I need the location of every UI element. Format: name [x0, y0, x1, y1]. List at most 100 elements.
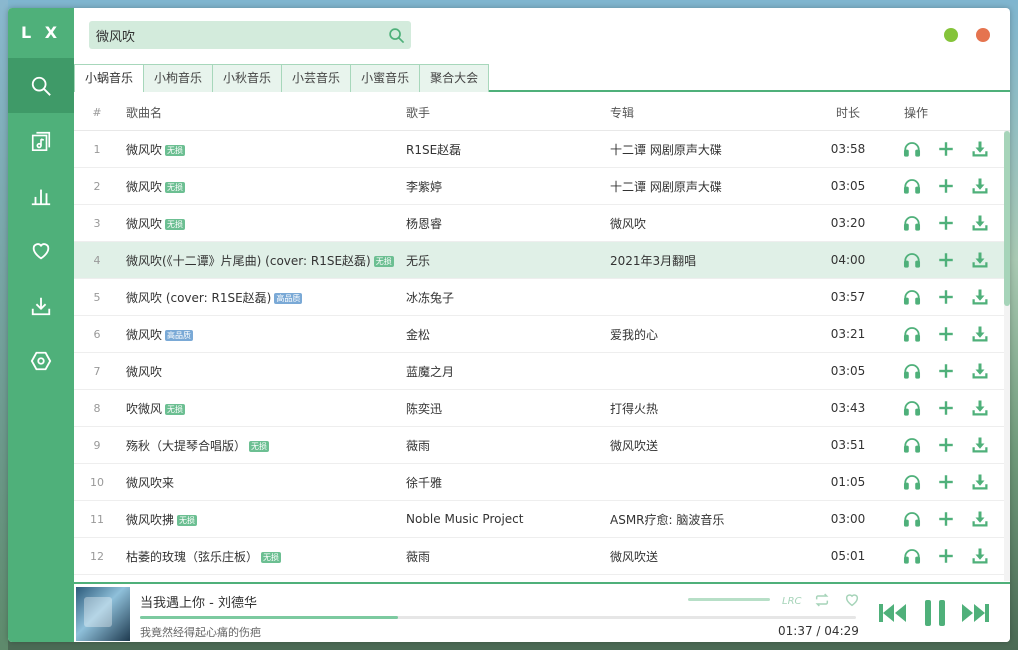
nav-favorites[interactable] [8, 223, 74, 278]
download-button[interactable] [970, 176, 990, 196]
song-duration: 03:00 [830, 512, 866, 526]
play-button[interactable] [902, 139, 922, 159]
play-button[interactable] [902, 324, 922, 344]
table-row[interactable]: 4 微风吹(《十二谭》片尾曲) (cover: R1SE赵磊) 无损 无乐 202… [74, 242, 1004, 279]
song-name-text: 微风吹拂 [126, 512, 175, 527]
song-artist: 薇雨 [406, 549, 431, 564]
play-button[interactable] [902, 287, 922, 307]
volume-slider[interactable] [688, 598, 770, 601]
table-row[interactable]: 7 微风吹 蓝魔之月 03:05 [74, 353, 1004, 390]
add-to-list-button[interactable] [936, 324, 956, 344]
add-to-list-button[interactable] [936, 472, 956, 492]
quality-badge: 无损 [165, 403, 186, 415]
close-button[interactable] [976, 28, 990, 42]
skip-next-icon [962, 604, 989, 622]
heart-icon [845, 594, 859, 607]
play-button[interactable] [902, 250, 922, 270]
add-to-list-button[interactable] [936, 176, 956, 196]
nav-songlist[interactable] [8, 113, 74, 168]
add-to-list-button[interactable] [936, 435, 956, 455]
song-duration: 03:51 [830, 438, 866, 452]
headphones-icon [903, 473, 921, 491]
tab-3[interactable]: 小秋音乐 [213, 65, 283, 92]
music-list-icon [31, 131, 51, 151]
headphones-icon [903, 399, 921, 417]
play-button[interactable] [902, 509, 922, 529]
header-name: 歌曲名 [126, 105, 163, 120]
like-button[interactable] [842, 591, 862, 609]
plus-icon [937, 399, 955, 417]
row-number: 11 [90, 512, 104, 526]
search-input[interactable] [89, 21, 381, 49]
download-button[interactable] [970, 324, 990, 344]
download-button[interactable] [970, 213, 990, 233]
download-button[interactable] [970, 361, 990, 381]
nav-settings[interactable] [8, 333, 74, 388]
tab-1[interactable]: 小蜗音乐 [75, 65, 145, 92]
nav-download[interactable] [8, 278, 74, 333]
add-to-list-button[interactable] [936, 250, 956, 270]
add-to-list-button[interactable] [936, 546, 956, 566]
download-button[interactable] [970, 546, 990, 566]
play-button[interactable] [902, 213, 922, 233]
table-row[interactable]: 5 微风吹 (cover: R1SE赵磊) 高品质 冰冻兔子 03:57 [74, 279, 1004, 316]
add-to-list-button[interactable] [936, 213, 956, 233]
row-number: 5 [93, 290, 101, 304]
play-button[interactable] [902, 398, 922, 418]
scrollbar-thumb[interactable] [1004, 131, 1010, 306]
repeat-button[interactable] [812, 591, 832, 609]
download-button[interactable] [970, 509, 990, 529]
download-button[interactable] [970, 287, 990, 307]
pause-button[interactable] [918, 598, 952, 628]
nav-search[interactable] [8, 58, 74, 113]
tabs-container: 小蜗音乐 小枸音乐 小秋音乐 小芸音乐 小蜜音乐 聚合大会 [74, 64, 490, 92]
add-to-list-button[interactable] [936, 398, 956, 418]
row-actions [892, 546, 1004, 566]
row-number: 12 [90, 549, 104, 563]
add-to-list-button[interactable] [936, 287, 956, 307]
progress-bar[interactable] [140, 616, 856, 619]
search-button[interactable] [381, 21, 411, 49]
table-row[interactable]: 12 枯萎的玫瑰（弦乐庄板） 无损 薇雨 微风吹送 05:01 [74, 538, 1004, 575]
table-row[interactable]: 9 殇秋（大提琴合唱版） 无损 薇雨 微风吹送 03:51 [74, 427, 1004, 464]
tab-2[interactable]: 小枸音乐 [144, 65, 214, 92]
add-to-list-button[interactable] [936, 509, 956, 529]
header-album: 专辑 [610, 105, 635, 120]
tab-4[interactable]: 小芸音乐 [282, 65, 352, 92]
song-name-text: 枯萎的玫瑰（弦乐庄板） [126, 549, 259, 564]
play-button[interactable] [902, 472, 922, 492]
play-button[interactable] [902, 546, 922, 566]
album-cover[interactable] [76, 587, 130, 641]
play-button[interactable] [902, 176, 922, 196]
song-artist: 无乐 [406, 253, 431, 268]
table-row[interactable]: 1 微风吹 无损 R1SE赵磊 十二谭 网剧原声大碟 03:58 [74, 131, 1004, 168]
lyric-toggle-button[interactable]: LRC [782, 591, 802, 609]
table-row[interactable]: 11 微风吹拂 无损 Noble Music Project ASMR疗愈: 脑波… [74, 501, 1004, 538]
table-row[interactable]: 2 微风吹 无损 李紫婷 十二谭 网剧原声大碟 03:05 [74, 168, 1004, 205]
tab-6[interactable]: 聚合大会 [420, 65, 489, 92]
heart-icon [32, 242, 50, 259]
song-name: 微风吹来 [120, 474, 400, 491]
app-logo: L X [20, 23, 62, 42]
add-to-list-button[interactable] [936, 361, 956, 381]
minimize-button[interactable] [944, 28, 958, 42]
download-button[interactable] [970, 435, 990, 455]
download-button[interactable] [970, 250, 990, 270]
nav-leaderboard[interactable] [8, 168, 74, 223]
next-button[interactable] [958, 598, 992, 628]
tab-5[interactable]: 小蜜音乐 [351, 65, 421, 92]
table-row[interactable]: 3 微风吹 无损 杨恩睿 微风吹 03:20 [74, 205, 1004, 242]
play-button[interactable] [902, 435, 922, 455]
table-row[interactable]: 8 吹微风 无损 陈奕迅 打得火热 03:43 [74, 390, 1004, 427]
add-to-list-button[interactable] [936, 139, 956, 159]
download-button[interactable] [970, 139, 990, 159]
row-number: 4 [93, 253, 101, 267]
table-row[interactable]: 6 微风吹 高品质 金松 爱我的心 03:21 [74, 316, 1004, 353]
song-album: 十二谭 网剧原声大碟 [610, 179, 722, 194]
song-name: 微风吹 无损 [120, 215, 400, 232]
table-row[interactable]: 10 微风吹来 徐千雅 01:05 [74, 464, 1004, 501]
download-button[interactable] [970, 398, 990, 418]
play-button[interactable] [902, 361, 922, 381]
previous-button[interactable] [876, 598, 910, 628]
download-button[interactable] [970, 472, 990, 492]
